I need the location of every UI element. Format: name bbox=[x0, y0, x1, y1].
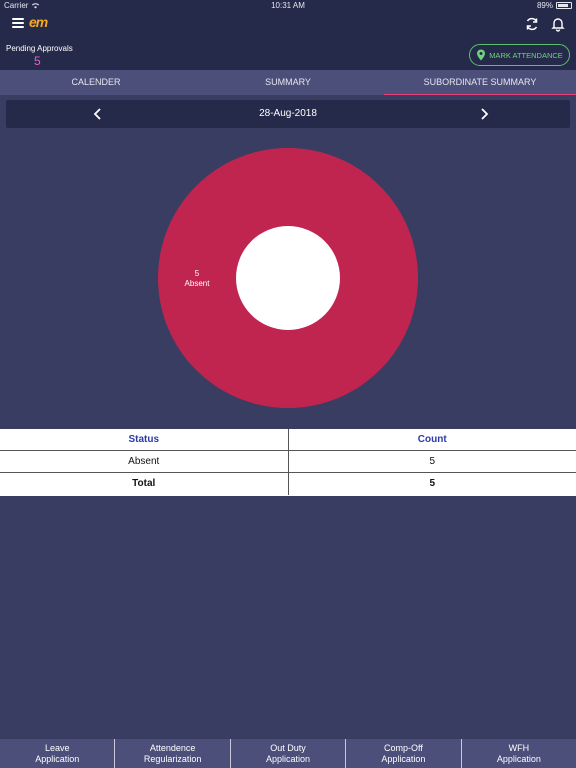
status-bar: Carrier 10:31 AM 89% bbox=[0, 0, 576, 12]
bell-icon[interactable] bbox=[550, 16, 566, 32]
battery-icon bbox=[556, 2, 572, 9]
cell-count: 5 bbox=[429, 456, 436, 467]
pending-approvals-label: Pending Approvals bbox=[6, 44, 73, 53]
wfh-application-button[interactable]: WFH Application bbox=[462, 739, 576, 768]
pending-approvals-count[interactable]: 5 bbox=[34, 54, 41, 68]
slice-value-label: 5 bbox=[195, 269, 200, 278]
bottom-item-line1: WFH bbox=[508, 743, 530, 753]
header-count: Count bbox=[417, 434, 447, 445]
comp-off-application-button[interactable]: Comp-Off Application bbox=[346, 739, 462, 768]
bottom-item-line2: Application bbox=[496, 754, 541, 764]
bottom-item-line2: Application bbox=[266, 754, 311, 764]
donut-chart: 5Absent bbox=[158, 148, 418, 408]
tab-subordinate-summary[interactable]: SUBORDINATE SUMMARY bbox=[384, 70, 576, 95]
battery-percent: 89% bbox=[536, 1, 553, 10]
header-status: Status bbox=[0, 429, 289, 450]
table-header-row: Status Count bbox=[0, 429, 576, 451]
attendance-chart: 5 Absent bbox=[0, 135, 576, 425]
refresh-icon[interactable] bbox=[524, 16, 540, 32]
leave-application-button[interactable]: Leave Application bbox=[0, 739, 116, 768]
attendance-regularization-button[interactable]: Attendence Regularization bbox=[115, 739, 231, 768]
chevron-right-icon[interactable] bbox=[476, 106, 492, 122]
status-time: 10:31 AM bbox=[271, 1, 305, 10]
date-navigator: 28-Aug-2018 bbox=[6, 100, 570, 128]
bottom-item-line1: Leave bbox=[44, 743, 70, 753]
bottom-item-line2: Application bbox=[35, 754, 80, 764]
cell-total-count: 5 bbox=[429, 478, 436, 489]
tab-calender[interactable]: CALENDER bbox=[0, 70, 192, 95]
bottom-nav: Leave Application Attendence Regularizat… bbox=[0, 739, 576, 768]
mark-attendance-button[interactable]: MARK ATTENDANCE bbox=[469, 44, 570, 66]
bottom-item-line1: Attendence bbox=[149, 743, 196, 753]
table-total-row: Total 5 bbox=[0, 473, 576, 495]
location-pin-icon bbox=[477, 49, 486, 61]
bottom-item-line2: Application bbox=[381, 754, 426, 764]
app-logo: em bbox=[29, 14, 48, 30]
status-table: Status Count Absent 5 Total 5 bbox=[0, 429, 576, 496]
donut-hole bbox=[236, 226, 340, 330]
cell-total-label: Total bbox=[0, 473, 289, 495]
slice-name-label: Absent bbox=[185, 279, 211, 288]
battery-info: 89% bbox=[537, 1, 572, 10]
bottom-item-line2: Regularization bbox=[143, 754, 202, 764]
tab-summary[interactable]: SUMMARY bbox=[192, 70, 384, 95]
mark-attendance-label: MARK ATTENDANCE bbox=[489, 50, 563, 60]
cell-status: Absent bbox=[0, 451, 289, 472]
top-bar: em bbox=[0, 12, 576, 36]
out-duty-application-button[interactable]: Out Duty Application bbox=[231, 739, 347, 768]
bottom-item-line1: Out Duty bbox=[270, 743, 306, 753]
menu-icon[interactable] bbox=[12, 18, 24, 28]
table-row: Absent 5 bbox=[0, 451, 576, 473]
bottom-item-line1: Comp-Off bbox=[384, 743, 423, 753]
tab-bar: CALENDER SUMMARY SUBORDINATE SUMMARY bbox=[0, 70, 576, 95]
